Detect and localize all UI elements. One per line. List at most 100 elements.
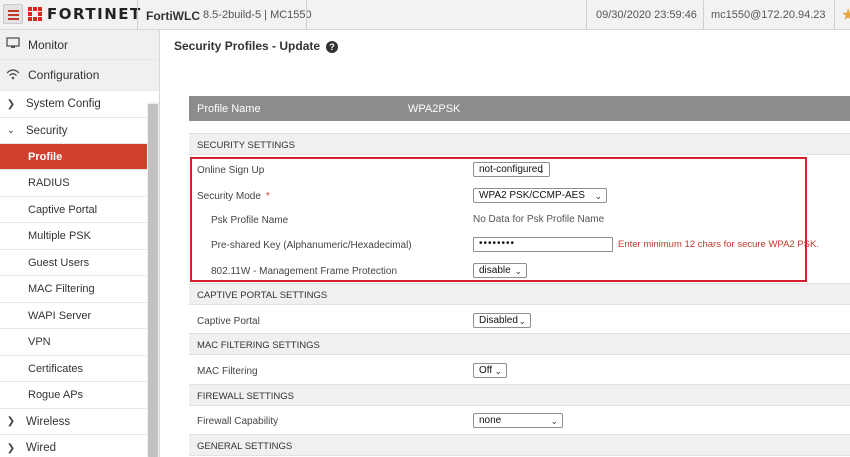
section-title: CAPTIVE PORTAL SETTINGS	[197, 290, 328, 301]
sidebar-item-rogue-aps[interactable]: Rogue APs	[0, 382, 147, 409]
sidebar-item-wired[interactable]: ❯ Wired	[0, 435, 147, 457]
online-signup-label: Online Sign Up	[197, 165, 265, 176]
chevron-down-icon: ⌄	[514, 266, 522, 276]
captive-portal-select[interactable]: Disabled ⌄	[473, 313, 531, 328]
sidebar-item-system-config[interactable]: ❯ System Config	[0, 91, 147, 118]
sidebar-item-label: Rogue APs	[28, 389, 84, 401]
preshared-key-input[interactable]: ••••••••	[473, 237, 613, 252]
user-host[interactable]: mc1550@172.20.94.23	[711, 9, 826, 21]
sidebar-item-certificates[interactable]: Certificates	[0, 356, 147, 382]
sidebar-item-label: Profile	[28, 150, 63, 163]
select-value: disable	[479, 265, 511, 276]
divider	[834, 0, 835, 30]
sidebar-item-label: VPN	[28, 336, 51, 348]
required-marker: *	[265, 191, 270, 202]
security-mode-label: Security Mode *	[197, 191, 270, 202]
chevron-right-icon: ❯	[6, 442, 16, 454]
profile-name-value: WPA2PSK	[408, 103, 461, 115]
chevron-down-icon: ⌄	[6, 125, 16, 136]
security-settings-header: SECURITY SETTINGS	[189, 133, 850, 155]
mac-filtering-select[interactable]: Off ⌄	[473, 363, 507, 378]
divider	[703, 0, 704, 30]
security-mode-select[interactable]: WPA2 PSK/CCMP-AES ⌄	[473, 188, 607, 203]
product-name: FortiWLC	[146, 9, 200, 23]
chevron-down-icon: ⌄	[550, 416, 558, 426]
date-time: 09/30/2020 23:59:46	[596, 9, 697, 21]
page-title: Security Profiles - Update?	[174, 39, 339, 53]
firewall-settings-header: FIREWALL SETTINGS	[189, 384, 850, 406]
menu-icon[interactable]	[3, 4, 23, 24]
select-value: not-configured	[479, 164, 543, 175]
select-value: WPA2 PSK/CCMP-AES	[479, 190, 585, 201]
mac-filtering-label: MAC Filtering	[197, 366, 258, 377]
mac-filtering-settings-header: MAC FILTERING SETTINGS	[189, 333, 850, 355]
sidebar-item-profile[interactable]: Profile	[0, 144, 147, 170]
sidebar-item-label: RADIUS	[28, 177, 70, 189]
sidebar-item-multiple-psk[interactable]: Multiple PSK	[0, 223, 147, 250]
sidebar-item-label: Security	[26, 124, 68, 137]
section-title: GENERAL SETTINGS	[197, 441, 293, 452]
chevron-down-icon: ⌄	[537, 165, 545, 175]
section-title: SECURITY SETTINGS	[197, 140, 296, 151]
sidebar-item-label: MAC Filtering	[28, 283, 95, 295]
help-icon[interactable]: ?	[326, 41, 339, 53]
sidebar-item-vpn[interactable]: VPN	[0, 329, 147, 356]
password-value: ••••••••	[479, 238, 516, 249]
chevron-down-icon: ⌄	[494, 366, 502, 376]
captive-portal-label: Captive Portal	[197, 316, 260, 327]
sidebar: Monitor Configuration ❯ System Config ⌄ …	[0, 30, 160, 457]
profile-name-header	[189, 96, 850, 121]
logo-text: FORTINET	[47, 5, 142, 23]
sidebar-item-label: Guest Users	[28, 256, 90, 269]
psk-profile-name-value: No Data for Psk Profile Name	[473, 214, 605, 225]
divider	[137, 0, 138, 30]
section-title: FIREWALL SETTINGS	[197, 391, 294, 402]
captive-portal-settings-header: CAPTIVE PORTAL SETTINGS	[189, 283, 850, 305]
sidebar-item-wireless[interactable]: ❯ Wireless	[0, 409, 147, 435]
select-value: none	[479, 415, 502, 426]
logo-mark-icon	[28, 7, 42, 21]
mfp-select[interactable]: disable ⌄	[473, 263, 527, 278]
mfp-label: 802.11W - Management Frame Protection	[211, 266, 398, 277]
sidebar-item-security[interactable]: ⌄ Security	[0, 118, 147, 144]
monitor-icon	[2, 37, 24, 52]
firewall-capability-label: Firewall Capability	[197, 416, 279, 427]
sidebar-item-label: System Config	[26, 98, 101, 110]
sidebar-item-label: Monitor	[28, 37, 69, 52]
page-title-text: Security Profiles - Update	[174, 39, 321, 53]
fortinet-logo: FORTINET	[28, 5, 142, 23]
general-settings-header: GENERAL SETTINGS	[189, 434, 850, 456]
firewall-capability-select[interactable]: none ⌄	[473, 413, 563, 428]
sidebar-item-configuration[interactable]: Configuration	[0, 60, 159, 91]
online-signup-select[interactable]: not-configured ⌄	[473, 162, 550, 177]
select-value: Off	[479, 365, 493, 376]
chevron-down-icon: ⌄	[594, 191, 602, 201]
chevron-down-icon: ⌄	[518, 316, 526, 326]
sidebar-item-wapi-server[interactable]: WAPI Server	[0, 303, 147, 329]
sidebar-item-label: Wireless	[26, 415, 71, 428]
section-title: MAC FILTERING SETTINGS	[197, 340, 320, 351]
sidebar-item-label: Multiple PSK	[28, 230, 91, 242]
sidebar-scrollbar-thumb[interactable]	[148, 104, 158, 457]
sidebar-item-monitor[interactable]: Monitor	[0, 30, 159, 60]
top-bar: FORTINET FortiWLC 8.5-2build-5 | MC1550 …	[0, 0, 850, 30]
sidebar-item-mac-filtering[interactable]: MAC Filtering	[0, 276, 147, 303]
profile-name-label: Profile Name	[197, 103, 261, 115]
sidebar-item-captive-portal[interactable]: Captive Portal	[0, 197, 147, 223]
select-value: Disabled	[479, 315, 518, 326]
field-label-text: Security Mode	[197, 191, 261, 202]
preshared-key-label: Pre-shared Key (Alphanumeric/Hexadecimal…	[211, 240, 412, 251]
sidebar-item-label: Wired	[26, 442, 57, 454]
divider	[586, 0, 587, 30]
divider	[306, 0, 307, 30]
favorite-star-icon[interactable]: ★	[841, 5, 850, 25]
psk-profile-name-label: Psk Profile Name	[211, 215, 289, 226]
sidebar-item-label: Certificates	[28, 362, 84, 375]
sidebar-item-radius[interactable]: RADIUS	[0, 170, 147, 197]
version-info: 8.5-2build-5 | MC1550	[203, 9, 312, 21]
sidebar-item-guest-users[interactable]: Guest Users	[0, 250, 147, 276]
preshared-key-error: Enter minimum 12 chars for secure WPA2 P…	[618, 239, 819, 250]
sidebar-item-label: WAPI Server	[28, 309, 92, 322]
chevron-right-icon: ❯	[6, 98, 16, 110]
sidebar-item-label: Captive Portal	[28, 203, 98, 216]
